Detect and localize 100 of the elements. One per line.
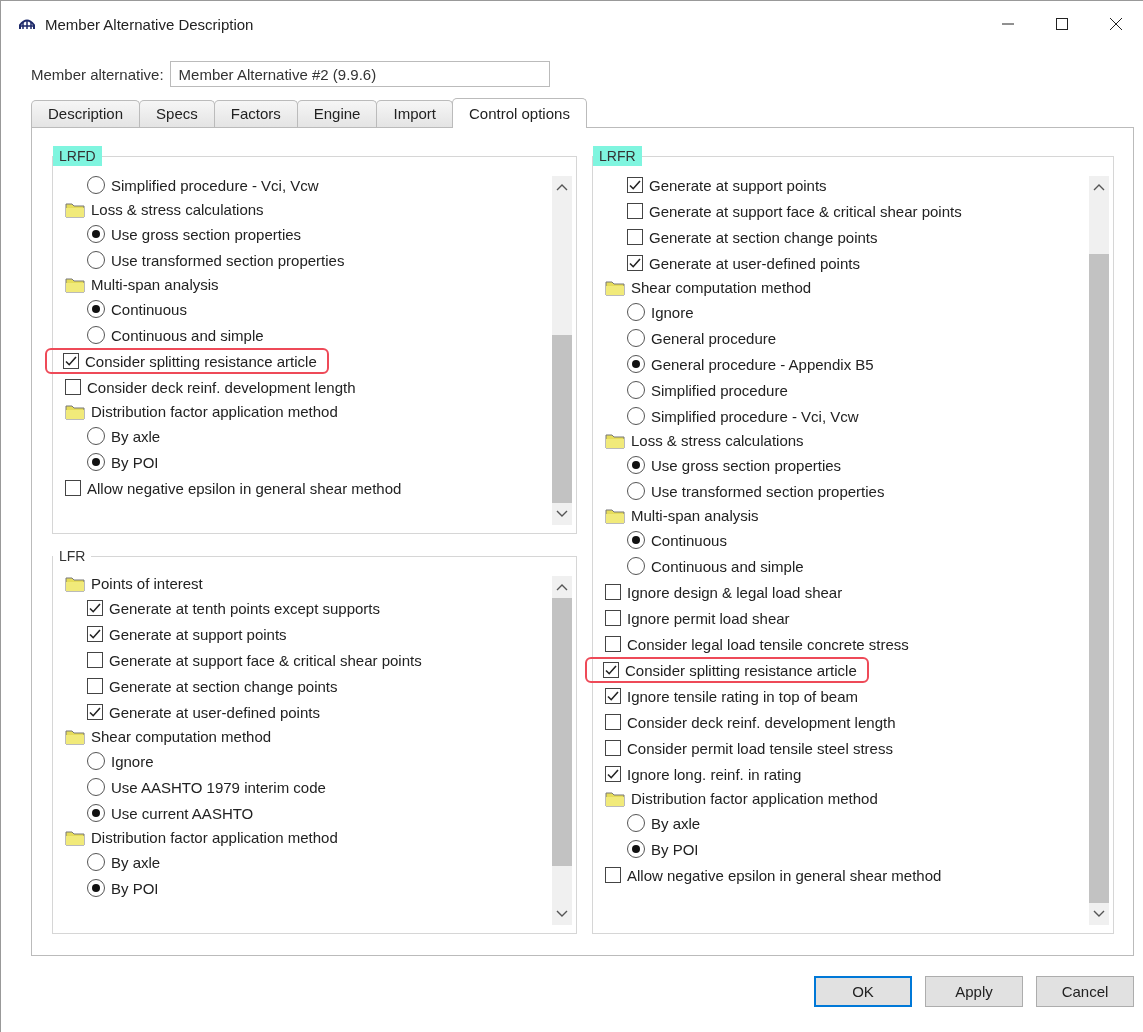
radio-label[interactable]: Continuous and simple: [111, 326, 264, 344]
checkbox-label[interactable]: Consider legal load tensile concrete stress: [627, 635, 909, 653]
checkbox-label[interactable]: Consider splitting resistance article: [85, 352, 317, 370]
checkbox[interactable]: [87, 704, 103, 720]
checkbox[interactable]: [87, 652, 103, 668]
radio-label[interactable]: By POI: [111, 879, 159, 897]
checkbox[interactable]: [605, 766, 621, 782]
checkbox[interactable]: [605, 867, 621, 883]
folder-label[interactable]: Loss & stress calculations: [631, 432, 804, 449]
radio-label[interactable]: Simplified procedure: [651, 381, 788, 399]
checkbox-label[interactable]: Ignore long. reinf. in rating: [627, 765, 802, 783]
radio-label[interactable]: General procedure - Appendix B5: [651, 355, 874, 373]
folder-label[interactable]: Loss & stress calculations: [91, 201, 264, 218]
checkbox[interactable]: [605, 636, 621, 652]
checkbox-label[interactable]: Allow negative epsilon in general shear method: [87, 479, 402, 497]
radio-button[interactable]: [87, 853, 105, 871]
radio-button[interactable]: [87, 778, 105, 796]
radio-label[interactable]: Use gross section properties: [651, 456, 842, 474]
radio-button[interactable]: [87, 326, 105, 344]
radio-label[interactable]: By axle: [111, 427, 161, 445]
checkbox-label[interactable]: Consider deck reinf. development length: [87, 378, 356, 396]
radio-label[interactable]: Ignore: [111, 752, 154, 770]
radio-label[interactable]: General procedure: [651, 329, 777, 347]
folder-label[interactable]: Distribution factor application method: [91, 829, 338, 846]
radio-button[interactable]: [87, 453, 105, 471]
radio-label[interactable]: By axle: [651, 814, 701, 832]
radio-label[interactable]: Continuous: [651, 531, 727, 549]
tab[interactable]: Engine: [296, 100, 378, 127]
radio-button[interactable]: [627, 381, 645, 399]
radio-label[interactable]: By POI: [651, 840, 699, 858]
checkbox-label[interactable]: Ignore permit load shear: [627, 609, 790, 627]
radio-label[interactable]: Use current AASHTO: [111, 804, 254, 822]
radio-button[interactable]: [627, 355, 645, 373]
scrollbar[interactable]: [1089, 176, 1109, 925]
checkbox-label[interactable]: Ignore design & legal load shear: [627, 583, 843, 601]
checkbox-label[interactable]: Generate at support face & critical shear points: [649, 202, 962, 220]
checkbox-label[interactable]: Allow negative epsilon in general shear method: [627, 866, 942, 884]
scroll-down-icon[interactable]: [556, 510, 568, 518]
radio-button[interactable]: [627, 814, 645, 832]
checkbox[interactable]: [87, 678, 103, 694]
scrollbar[interactable]: [552, 576, 572, 925]
radio-button[interactable]: [87, 804, 105, 822]
radio-label[interactable]: Simplified procedure - Vci, Vcw: [111, 176, 319, 194]
radio-label[interactable]: Use transformed section properties: [111, 251, 345, 269]
checkbox[interactable]: [605, 714, 621, 730]
checkbox-label[interactable]: Generate at user-defined points: [649, 254, 860, 272]
scroll-up-icon[interactable]: [556, 183, 568, 191]
checkbox[interactable]: [605, 740, 621, 756]
checkbox-label[interactable]: Generate at section change points: [109, 677, 338, 695]
radio-button[interactable]: [87, 225, 105, 243]
dialog-button[interactable]: Cancel: [1036, 976, 1134, 1007]
radio-button[interactable]: [627, 531, 645, 549]
radio-label[interactable]: Continuous: [111, 300, 187, 318]
radio-button[interactable]: [87, 427, 105, 445]
scroll-down-icon[interactable]: [1093, 910, 1105, 918]
tab[interactable]: Import: [376, 100, 453, 127]
radio-button[interactable]: [87, 879, 105, 897]
folder-label[interactable]: Points of interest: [91, 575, 203, 592]
radio-button[interactable]: [627, 456, 645, 474]
radio-button[interactable]: [627, 329, 645, 347]
radio-label[interactable]: Simplified procedure - Vci, Vcw: [651, 407, 859, 425]
checkbox[interactable]: [627, 255, 643, 271]
radio-label[interactable]: By POI: [111, 453, 159, 471]
maximize-icon[interactable]: [1055, 17, 1069, 31]
checkbox[interactable]: [605, 610, 621, 626]
checkbox[interactable]: [627, 203, 643, 219]
tab[interactable]: Specs: [139, 100, 215, 127]
checkbox-label[interactable]: Generate at user-defined points: [109, 703, 320, 721]
dialog-button[interactable]: Apply: [925, 976, 1023, 1007]
checkbox[interactable]: [627, 177, 643, 193]
radio-button[interactable]: [627, 407, 645, 425]
checkbox-label[interactable]: Consider permit load tensile steel stress: [627, 739, 893, 757]
folder-label[interactable]: Multi-span analysis: [631, 507, 759, 524]
scroll-up-icon[interactable]: [1093, 183, 1105, 191]
radio-label[interactable]: Use AASHTO 1979 interim code: [111, 778, 326, 796]
radio-button[interactable]: [627, 840, 645, 858]
radio-button[interactable]: [627, 482, 645, 500]
checkbox-label[interactable]: Consider deck reinf. development length: [627, 713, 896, 731]
checkbox-label[interactable]: Generate at support face & critical shear points: [109, 651, 422, 669]
radio-label[interactable]: By axle: [111, 853, 161, 871]
checkbox-label[interactable]: Generate at tenth points except supports: [109, 599, 380, 617]
checkbox-label[interactable]: Generate at support points: [649, 176, 827, 194]
checkbox[interactable]: [65, 379, 81, 395]
checkbox[interactable]: [605, 584, 621, 600]
folder-label[interactable]: Multi-span analysis: [91, 276, 219, 293]
checkbox[interactable]: [87, 626, 103, 642]
tab[interactable]: Description: [31, 100, 141, 127]
checkbox[interactable]: [65, 480, 81, 496]
scroll-up-icon[interactable]: [556, 583, 568, 591]
checkbox-label[interactable]: Ignore tensile rating in top of beam: [627, 687, 858, 705]
checkbox[interactable]: [605, 688, 621, 704]
radio-label[interactable]: Use transformed section properties: [651, 482, 885, 500]
checkbox[interactable]: [603, 662, 619, 678]
folder-label[interactable]: Distribution factor application method: [631, 790, 878, 807]
folder-label[interactable]: Shear computation method: [631, 279, 812, 296]
folder-label[interactable]: Shear computation method: [91, 728, 272, 745]
radio-label[interactable]: Ignore: [651, 303, 694, 321]
checkbox[interactable]: [627, 229, 643, 245]
scrollbar[interactable]: [552, 176, 572, 525]
dialog-button[interactable]: OK: [814, 976, 912, 1007]
